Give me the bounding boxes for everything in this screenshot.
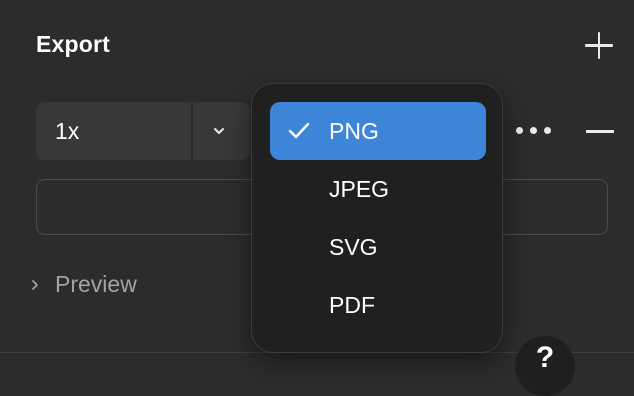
format-option-label: JPEG [329,176,390,202]
add-export-button[interactable] [584,30,614,60]
format-dropdown-menu: PNG JPEG SVG PDF [251,83,503,353]
format-option-label: SVG [329,234,378,260]
format-option-jpeg[interactable]: JPEG [270,160,486,218]
remove-export-button[interactable] [586,117,614,145]
scale-value: 1x [55,118,80,144]
more-options-button[interactable] [512,122,556,140]
format-option-svg[interactable]: SVG [270,218,486,276]
chevron-down-icon [214,128,224,134]
chevron-right-icon [32,280,38,290]
more-dot [530,127,537,134]
scale-select[interactable]: 1x [36,102,250,160]
format-option-label: PDF [329,292,375,318]
more-dot [516,127,523,134]
export-panel-title: Export [36,31,111,57]
help-button[interactable]: ? [515,336,575,396]
format-option-png[interactable]: PNG [270,102,486,160]
format-option-label: PNG [329,118,379,144]
check-icon [288,122,310,139]
format-option-pdf[interactable]: PDF [270,276,486,334]
more-dot [544,127,551,134]
scale-divider [191,102,193,160]
preview-label: Preview [55,271,137,297]
